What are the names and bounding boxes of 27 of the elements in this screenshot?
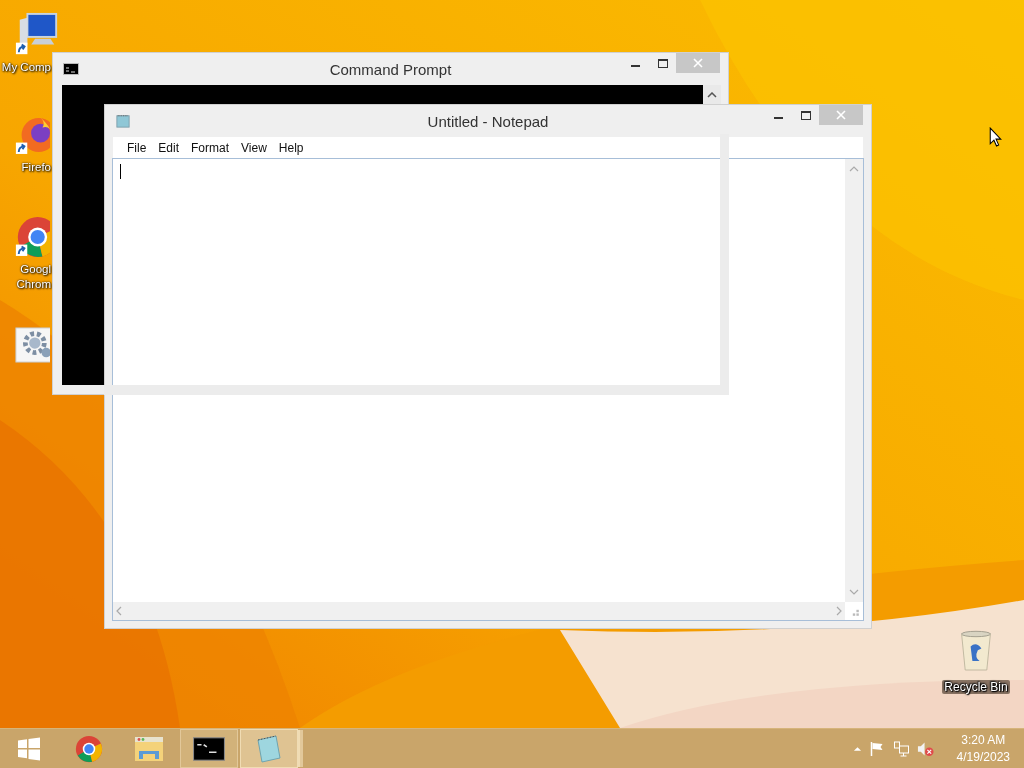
scroll-right-icon[interactable]: [836, 606, 842, 616]
text-cursor: [120, 164, 121, 179]
scroll-down-icon[interactable]: [849, 589, 859, 595]
scroll-left-icon[interactable]: [116, 606, 122, 616]
show-hidden-icons-icon[interactable]: [852, 745, 862, 752]
scroll-up-icon[interactable]: [707, 92, 717, 98]
terminal-icon: [63, 62, 79, 76]
date-text: 4/19/2023: [956, 748, 1010, 766]
menu-item[interactable]: Format: [185, 140, 236, 155]
scrollbar[interactable]: [845, 159, 863, 602]
menu-item[interactable]: Edit: [152, 140, 186, 155]
close-icon: [693, 58, 703, 68]
menu-item[interactable]: Help: [272, 140, 310, 155]
time-text: 3:20 AM: [961, 731, 1006, 749]
menu-item[interactable]: View: [235, 140, 273, 155]
taskbar-button[interactable]: [180, 729, 238, 768]
scrollbar[interactable]: [113, 602, 845, 620]
window-title: Command Prompt: [329, 60, 452, 78]
network-icon[interactable]: [892, 740, 910, 757]
close-icon: [836, 110, 846, 120]
window-title: Untitled - Notepad: [427, 112, 549, 130]
mouse-pointer-icon: [989, 127, 1002, 147]
menu-item[interactable]: File: [121, 140, 153, 155]
chrome-icon: [73, 733, 105, 764]
speaker-icon[interactable]: [916, 740, 934, 757]
windows-logo-icon: [17, 736, 41, 761]
notepad-icon: [115, 114, 131, 128]
